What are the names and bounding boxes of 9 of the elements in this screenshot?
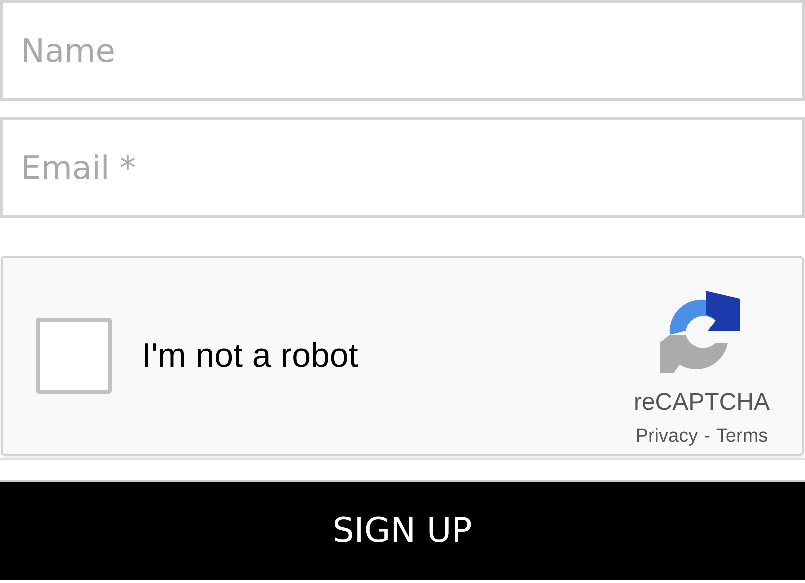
robot-checkbox[interactable] [36, 318, 112, 394]
brand-label: reCAPTCHA [634, 388, 770, 418]
input-field[interactable]: Name [0, 0, 805, 101]
terms-link[interactable]: Terms [716, 422, 768, 452]
checkbox-label: I'm not a robot [142, 336, 358, 376]
link-separator: - [704, 424, 710, 449]
sign-up-button[interactable]: SIGN UP [0, 480, 805, 580]
privacy-link[interactable]: Privacy [636, 422, 698, 452]
input-field[interactable]: Email * [0, 117, 805, 218]
